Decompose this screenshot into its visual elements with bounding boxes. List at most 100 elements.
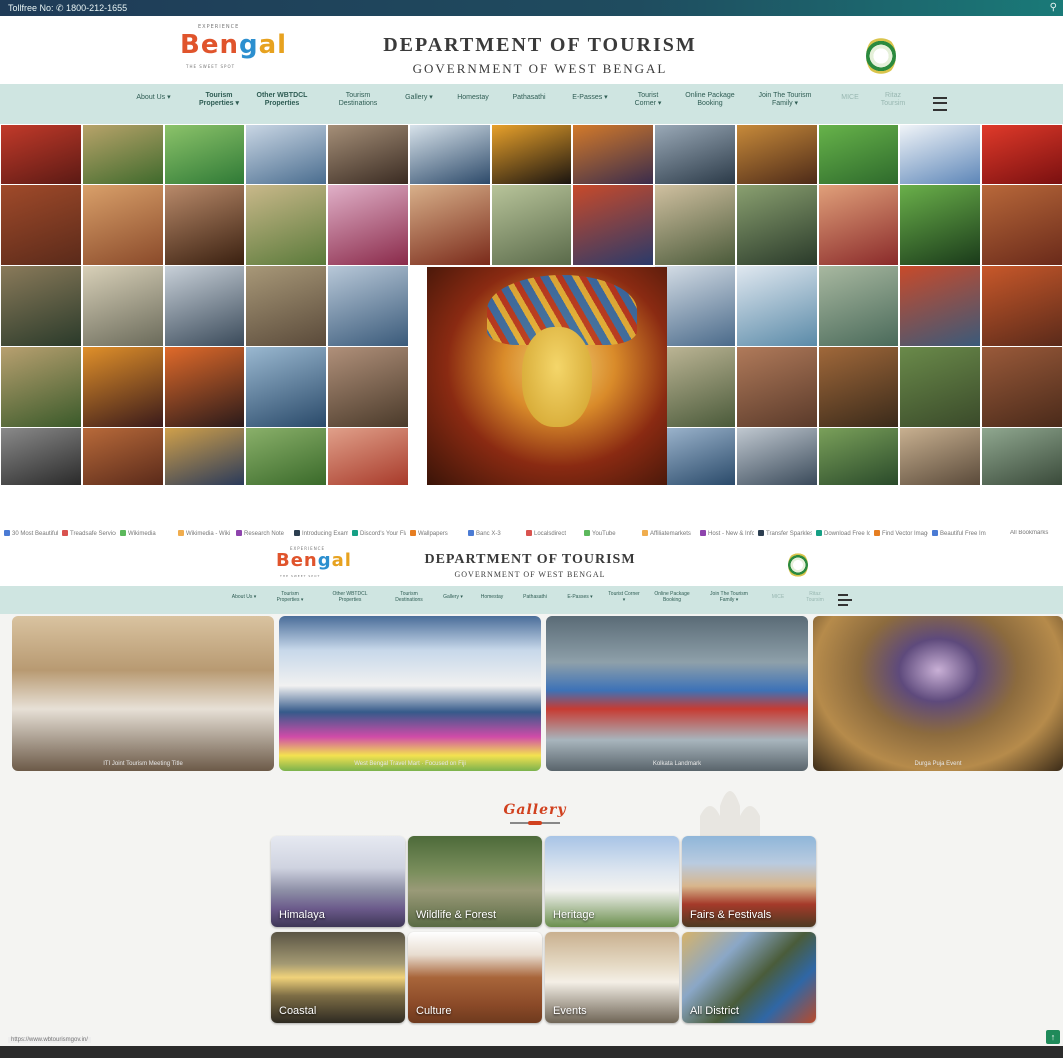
nav-online-booking-compact[interactable]: Online Package Booking (648, 591, 696, 603)
gallery-card-himalaya[interactable]: Himalaya (271, 836, 405, 927)
state-emblem-icon (866, 36, 896, 76)
bookmark-item[interactable]: Wikimedia (120, 530, 174, 539)
gallery-card-fairs-festivals[interactable]: Fairs & Festivals (682, 836, 816, 927)
gallery-card-label: All District (690, 1005, 739, 1017)
gallery-card-all-district[interactable]: All District (682, 932, 816, 1023)
nav-e-passes[interactable]: E-Passes ▾ (563, 94, 617, 102)
bookmark-favicon-icon (294, 530, 300, 536)
bookmark-item[interactable]: Wallpapers (410, 530, 464, 539)
hamburger-icon-compact[interactable] (838, 594, 852, 606)
nav-tourism-destinations[interactable]: Tourism Destinations (330, 92, 386, 109)
nav-tourism-properties[interactable]: Tourism Properties ▾ (192, 92, 246, 109)
event-slide-travel-mart[interactable]: West Bengal Travel Mart · Focused on Fij… (279, 616, 541, 771)
event-caption: Durga Puja Event (914, 761, 962, 767)
collage-photo-tile (82, 428, 163, 485)
nav-mice-compact[interactable]: MICE (768, 594, 788, 600)
bengal-logo[interactable]: EXPERIENCE Bengal THE SWEET SPOT (180, 24, 287, 69)
gallery-card-label: Culture (416, 1005, 452, 1017)
bookmark-item[interactable]: Find Vector Image (874, 530, 928, 539)
gallery-card-label: Wildlife & Forest (416, 909, 497, 921)
bookmark-favicon-icon (758, 530, 764, 536)
bookmark-item[interactable]: Banc X-3 (468, 530, 522, 539)
nav-tourist-corner-compact[interactable]: Tourist Corner ▾ (608, 591, 640, 603)
collage-photo-tile (655, 185, 735, 265)
main-nav: About Us ▾ Tourism Properties ▾ Other WB… (0, 84, 1063, 124)
nav-about-us-compact[interactable]: About Us ▾ (224, 594, 264, 600)
bookmarks-all[interactable]: All Bookmarks (1010, 530, 1062, 539)
event-slide-durga-screen[interactable]: Durga Puja Event (813, 616, 1063, 771)
collage-photo-tile (1, 428, 81, 485)
bookmark-item[interactable]: Host - New & Info (700, 530, 754, 539)
event-slide-bus[interactable]: Kolkata Landmark (546, 616, 808, 771)
nav-pathasathi-compact[interactable]: Pathasathi (516, 594, 554, 600)
bookmark-item[interactable]: Discord's Your Fla (352, 530, 406, 539)
department-title-line1-compact: DEPARTMENT OF TOURISM (424, 552, 636, 567)
bookmark-favicon-icon (816, 530, 822, 536)
nav-gallery[interactable]: Gallery ▾ (398, 94, 440, 102)
nav-pathasathi[interactable]: Pathasathi (505, 94, 553, 102)
gallery-card-heritage[interactable]: Heritage (545, 836, 679, 927)
event-slide-conference[interactable]: ITI Joint Tourism Meeting Title (12, 616, 274, 771)
hamburger-icon[interactable] (933, 97, 947, 111)
collage-photo-tile (982, 125, 1062, 184)
bookmark-favicon-icon (642, 530, 648, 536)
gallery-card-wildlife[interactable]: Wildlife & Forest (408, 836, 542, 927)
bookmark-item[interactable]: Introducing Exam (294, 530, 348, 539)
bookmark-item[interactable]: 30 Most Beautiful... (4, 530, 58, 539)
bookmark-favicon-icon (178, 530, 184, 536)
gallery-card-events[interactable]: Events (545, 932, 679, 1023)
event-caption: ITI Joint Tourism Meeting Title (103, 761, 183, 767)
department-title-line1: DEPARTMENT OF TOURISM (383, 34, 697, 56)
nav-tourist-corner[interactable]: Tourist Corner ▾ (628, 92, 668, 109)
nav-join-tourism-family[interactable]: Join The Tourism Family ▾ (754, 92, 816, 109)
nav-tourism-properties-compact[interactable]: Tourism Properties ▾ (270, 591, 310, 603)
nav-ritaz-compact[interactable]: Ritaz Toursim (800, 591, 830, 603)
nav-tourism-destinations-compact[interactable]: Tourism Destinations (388, 591, 430, 603)
status-url: https://www.wbtourismgov.in/ (8, 1037, 91, 1043)
nav-ritaz-tourism[interactable]: Ritaz Toursim (876, 92, 910, 109)
collage-photo-tile (328, 428, 408, 485)
bookmark-favicon-icon (584, 530, 590, 536)
nav-mice[interactable]: MICE (838, 94, 862, 102)
collage-photo-tile (818, 266, 899, 346)
screenshot-homepage-gallery: All Bookmarks 30 Most Beautiful... Treads… (0, 526, 1063, 1058)
nav-homestay-compact[interactable]: Homestay (474, 594, 510, 600)
scroll-to-top-button[interactable]: ↑ (1046, 1030, 1060, 1044)
collage-photo-tile (818, 125, 899, 184)
bengal-logo-compact[interactable]: EXPERIENCE Bengal THE SWEET SPOT (276, 546, 352, 578)
gallery-card-coastal[interactable]: Coastal (271, 932, 405, 1023)
nav-e-passes-compact[interactable]: E-Passes ▾ (560, 594, 600, 600)
gallery-card-culture[interactable]: Culture (408, 932, 542, 1023)
collage-photo-tile (491, 185, 572, 265)
gallery-card-label: Events (553, 1005, 587, 1017)
search-icon[interactable]: ⚲ (1050, 0, 1057, 16)
bookmark-item[interactable]: Beautiful Free Ima (932, 530, 986, 539)
nav-about-us[interactable]: About Us ▾ (126, 94, 181, 102)
bookmark-item[interactable]: Transfer Sparkles (758, 530, 812, 539)
department-title-line2: GOVERNMENT OF WEST BENGAL (412, 61, 668, 76)
nav-homestay[interactable]: Homestay (450, 94, 496, 102)
tollfree-number[interactable]: Tollfree No: ✆ 1800-212-1655 (8, 0, 127, 16)
bookmark-item[interactable]: YouTube (584, 530, 638, 539)
nav-join-family-compact[interactable]: Join The Tourism Family ▾ (704, 591, 754, 603)
gallery-card-label: Coastal (279, 1005, 317, 1017)
bookmark-item[interactable]: Affiliatemarkets (642, 530, 696, 539)
bookmark-item[interactable]: Research Note (236, 530, 290, 539)
logo-small-text-compact: EXPERIENCE (290, 546, 326, 551)
bookmark-item[interactable]: Wikimedia - Wiki (178, 530, 232, 539)
collage-photo-tile (164, 347, 245, 427)
nav-online-package-booking[interactable]: Online Package Booking (680, 92, 740, 109)
collage-photo-tile (818, 428, 899, 485)
bookmark-item[interactable]: Localsdirect (526, 530, 580, 539)
collage-photo-tile (818, 185, 899, 265)
nav-other-wbtdcl-properties[interactable]: Other WBTDCL Properties (256, 92, 308, 109)
collage-photo-tile (900, 428, 981, 485)
collage-photo-tile (982, 185, 1062, 265)
bookmark-item[interactable]: Treadsafe Service (62, 530, 116, 539)
nav-gallery-compact[interactable]: Gallery ▾ (436, 594, 470, 600)
collage-photo-tile (491, 125, 572, 184)
nav-other-wbtdcl-compact[interactable]: Other WBTDCL Properties (330, 591, 370, 603)
department-title-compact: DEPARTMENT OF TOURISM GOVERNMENT OF WEST… (410, 552, 650, 579)
gallery-title-underline (510, 821, 560, 825)
bookmark-item[interactable]: Download Free Ico (816, 530, 870, 539)
